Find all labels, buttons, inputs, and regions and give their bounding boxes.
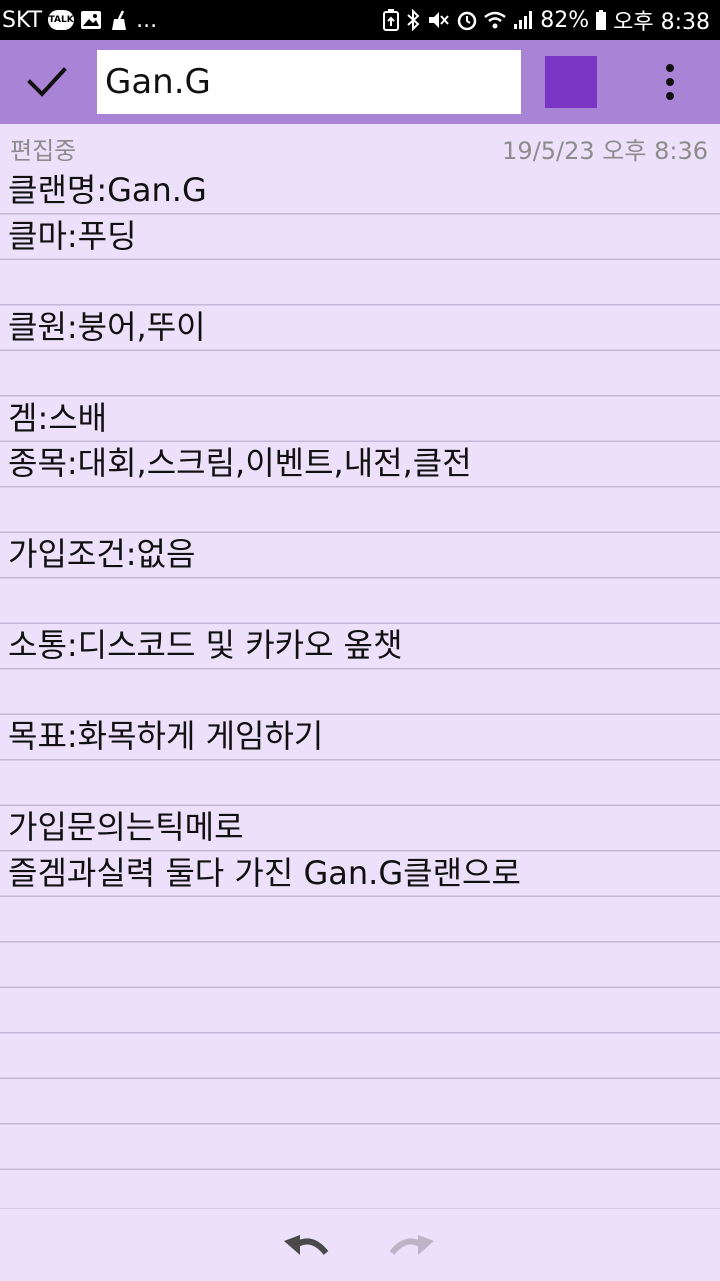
battery-icon <box>595 9 607 31</box>
note-line: 클랜명:Gan.G <box>8 171 207 209</box>
note-line <box>0 259 720 305</box>
check-icon <box>27 67 67 97</box>
more-vert-icon <box>666 64 674 100</box>
signal-icon <box>512 10 534 30</box>
note-line: 겜:스배 <box>8 398 108 437</box>
note-line <box>0 669 720 715</box>
redo-button[interactable] <box>386 1231 436 1269</box>
undo-icon <box>284 1235 329 1255</box>
mute-icon <box>426 9 450 31</box>
redo-icon <box>389 1235 434 1255</box>
note-line <box>0 487 720 533</box>
save-button[interactable] <box>20 60 76 104</box>
battery-saver-icon <box>382 9 400 31</box>
gallery-icon <box>80 10 102 30</box>
note-line: 클원:붕어,뚜이 <box>8 307 206 346</box>
note-line: 즐겜과실력 둘다 가진 Gan.G클랜으로 <box>8 853 521 892</box>
carrier-label: SKT <box>2 7 43 33</box>
kakaotalk-icon: TALK <box>48 10 75 30</box>
bottom-action-bar <box>0 1208 720 1281</box>
note-line <box>0 760 720 806</box>
more-notifications-label: ... <box>136 7 158 33</box>
alarm-icon <box>456 9 478 31</box>
note-toolbar <box>0 40 720 124</box>
note-body-editor[interactable]: 클랜명:Gan.G 클마:푸딩 클원:붕어,뚜이 겜:스배 종목:대회,스크림,… <box>0 168 720 1208</box>
note-timestamp: 19/5/23 오후 8:36 <box>502 137 708 165</box>
status-bar: SKT TALK ... 82% 오후 8:38 <box>0 0 720 40</box>
status-time: 오후 8:38 <box>613 10 710 35</box>
note-title-input[interactable] <box>97 50 521 114</box>
undo-button[interactable] <box>282 1231 332 1269</box>
note-line <box>0 578 720 624</box>
battery-percent: 82% <box>540 7 590 33</box>
edit-status-label: 편집중 <box>10 137 77 165</box>
more-options-button[interactable] <box>648 58 692 106</box>
note-line: 종목:대회,스크림,이벤트,내전,클전 <box>8 444 472 482</box>
wifi-icon <box>484 10 506 30</box>
bluetooth-icon <box>406 9 420 31</box>
note-line: 목표:화목하게 게임하기 <box>8 717 324 755</box>
note-line: 클마:푸딩 <box>8 216 137 255</box>
note-line: 소통:디스코드 및 카카오 옾챗 <box>8 626 403 664</box>
color-picker-button[interactable] <box>545 56 597 108</box>
note-line: 가입조건:없음 <box>8 535 196 573</box>
cleaner-icon <box>108 9 130 31</box>
note-line: 가입문의는틱메로 <box>8 808 244 846</box>
note-info-row: 편집중 19/5/23 오후 8:36 <box>0 124 720 168</box>
note-line <box>0 350 720 396</box>
